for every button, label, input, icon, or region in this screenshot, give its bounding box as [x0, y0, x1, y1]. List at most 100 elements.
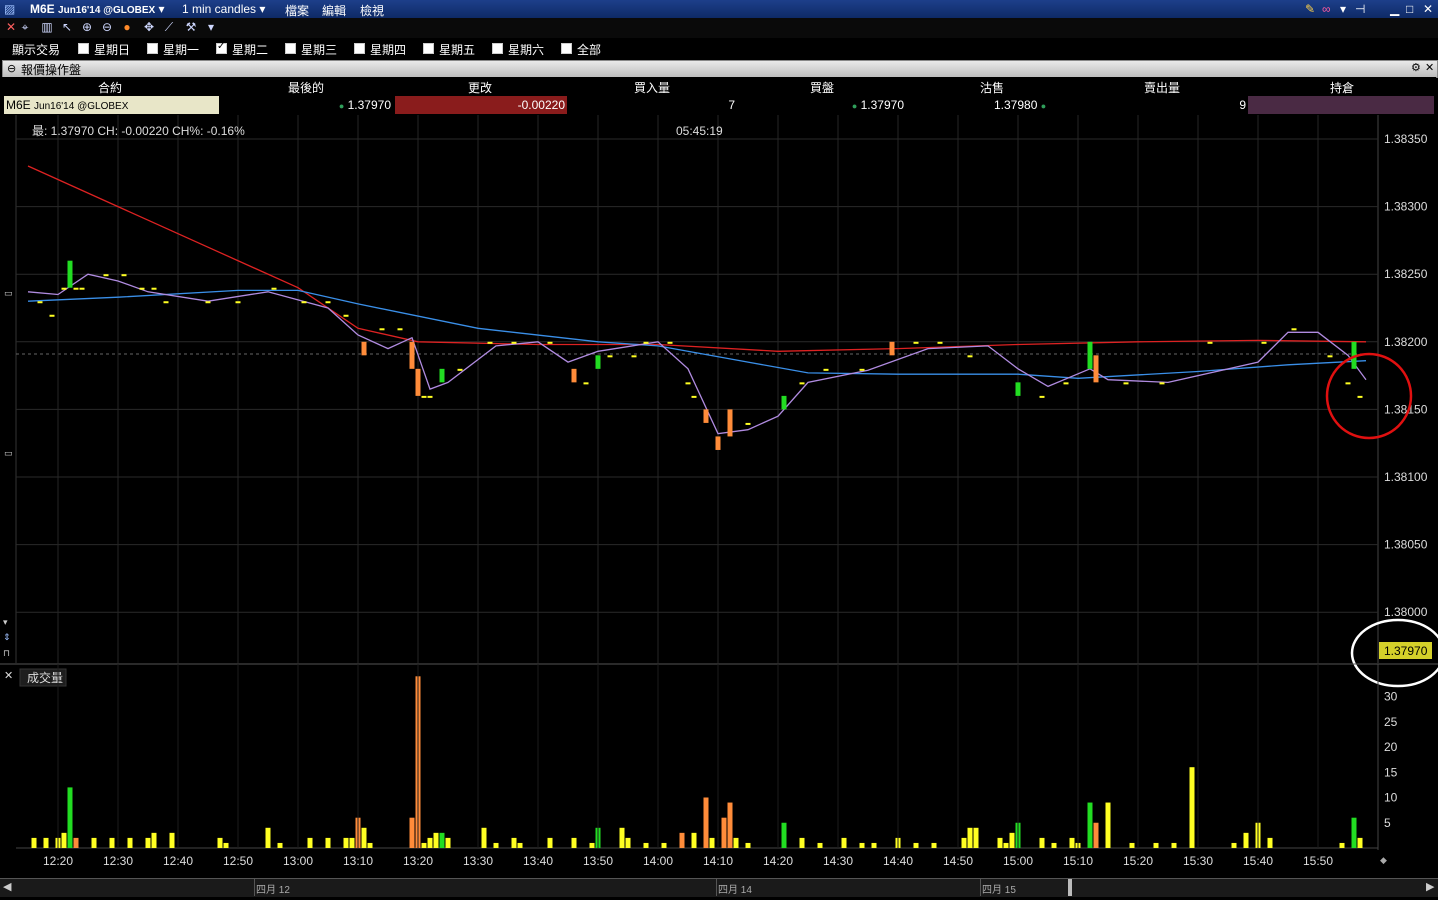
wrench-icon[interactable]: ✎ — [1305, 2, 1315, 16]
volume-bar — [691, 832, 697, 848]
arrow-right-icon[interactable]: ◆ — [1380, 855, 1387, 865]
quote-bid-size: 7 — [728, 98, 735, 112]
chevron-down-icon[interactable]: ▾ — [3, 617, 8, 627]
close-icon[interactable]: ✕ — [1423, 2, 1433, 16]
price-tick-label: 1.38300 — [1384, 200, 1428, 214]
scroll-thumb[interactable] — [1068, 879, 1072, 896]
price-chart[interactable]: 1.383501.383001.382501.382001.381501.381… — [0, 115, 1438, 878]
candle — [421, 395, 427, 398]
candle — [967, 355, 973, 358]
tools-icon[interactable]: ⚒ — [184, 20, 198, 34]
candle — [205, 301, 211, 304]
volume-bar — [91, 837, 97, 848]
candle — [745, 422, 751, 425]
candle — [61, 287, 67, 290]
scroll-handle-icon[interactable]: ▭ — [4, 288, 13, 298]
zoom-in-icon[interactable]: ⊕ — [80, 20, 94, 34]
time-tick-label: 12:50 — [223, 854, 253, 868]
checkbox-tuesday[interactable] — [216, 41, 227, 54]
bar-chart-icon[interactable]: ▥ — [40, 20, 54, 34]
label-tuesday: 星期二 — [232, 43, 269, 57]
volume-bar — [1129, 842, 1135, 848]
volume-bar — [151, 832, 157, 848]
volume-bar — [721, 817, 727, 848]
candle — [235, 301, 241, 304]
drag-icon[interactable]: ✥ — [142, 20, 156, 34]
checkbox-monday[interactable] — [147, 43, 158, 54]
contract-selector[interactable]: M6E Jun16'14 @GLOBEX ▾ — [30, 2, 165, 16]
volume-bar — [961, 837, 967, 848]
menu-file[interactable]: 檔案 — [285, 2, 309, 19]
volume-bar — [997, 837, 1003, 848]
candle — [727, 409, 733, 437]
cursor-icon[interactable]: ↖ — [60, 20, 74, 34]
contract-detail: Jun16'14 @GLOBEX — [58, 5, 156, 16]
crosshair-icon[interactable]: ⌖ — [18, 20, 32, 34]
volume-bar — [1153, 842, 1159, 848]
scroll-handle-icon[interactable]: ▭ — [4, 448, 13, 458]
settings-icon[interactable]: ⚙ — [1411, 61, 1421, 74]
time-scrollbar[interactable]: ◀ ▶ 四月 12 四月 14 四月 15 — [0, 878, 1438, 897]
close-icon[interactable]: ✕ — [4, 20, 18, 34]
volume-bar — [1009, 832, 1015, 848]
candle — [571, 368, 577, 383]
candle — [67, 260, 73, 288]
time-tick-label: 15:40 — [1243, 854, 1273, 868]
quote-contract-cell[interactable]: M6E Jun16'14 @GLOBEX — [4, 96, 219, 114]
zoom-out-icon[interactable]: ⊖ — [100, 20, 114, 34]
checkbox-wednesday[interactable] — [285, 43, 296, 54]
volume-bar — [73, 837, 79, 848]
arrow-right-icon[interactable]: ▶ — [1426, 880, 1434, 893]
volume-bar — [169, 832, 175, 848]
volume-bar — [733, 837, 739, 848]
volume-bar — [727, 802, 733, 848]
price-tick-label: 1.38350 — [1384, 132, 1428, 146]
volume-bar — [1069, 837, 1075, 848]
menu-view[interactable]: 檢視 — [360, 2, 384, 19]
candle — [163, 301, 169, 304]
last-price-label: 1.37970 — [1384, 644, 1428, 658]
show-trades-label: 顯示交易 — [12, 43, 61, 57]
lock-icon[interactable]: ⊓ — [3, 648, 10, 658]
quote-ask-cell: 1.37980 ● — [994, 96, 1066, 114]
candle — [547, 341, 553, 344]
arrow-left-icon[interactable]: ◀ — [3, 880, 11, 893]
header-change: 更改 — [468, 81, 493, 95]
volume-bar — [871, 842, 877, 848]
quote-ask: 1.37980 — [994, 98, 1038, 112]
date-label: 四月 12 — [256, 885, 290, 896]
time-tick-label: 12:20 — [43, 854, 73, 868]
time-tick-label: 15:30 — [1183, 854, 1213, 868]
close-icon[interactable]: ✕ — [4, 670, 13, 682]
quote-contract-detail: Jun16'14 @GLOBEX — [34, 101, 129, 112]
menu-edit[interactable]: 編輯 — [322, 2, 346, 19]
close-icon[interactable]: ✕ — [1425, 61, 1434, 74]
volume-bar — [511, 837, 517, 848]
globe-icon[interactable]: ● — [120, 20, 134, 34]
link-icon[interactable]: ∞ — [1322, 2, 1331, 16]
collapse-icon[interactable]: ⊖ — [7, 62, 16, 75]
volume-bar — [481, 827, 487, 848]
candle — [409, 341, 415, 369]
candle — [859, 368, 865, 371]
chevron-down-icon[interactable]: ▾ — [1340, 2, 1346, 16]
chevron-down-icon[interactable]: ▾ — [204, 20, 218, 34]
checkbox-friday[interactable] — [423, 43, 434, 54]
maximize-icon[interactable]: □ — [1406, 2, 1413, 16]
volume-tick-label: 5 — [1384, 816, 1391, 830]
date-label: 四月 14 — [718, 885, 752, 896]
drag-icon[interactable]: ⇕ — [3, 632, 11, 642]
volume-bar — [841, 837, 847, 848]
trend-line-icon[interactable]: ⟋ — [162, 20, 176, 34]
checkbox-saturday[interactable] — [492, 43, 503, 54]
volume-bar — [1087, 802, 1093, 848]
pin-icon[interactable]: ⊣ — [1355, 2, 1365, 16]
checkbox-thursday[interactable] — [354, 43, 365, 54]
checkbox-sunday[interactable] — [78, 43, 89, 54]
interval-selector[interactable]: 1 min candles ▾ — [182, 2, 265, 16]
minimize-icon[interactable]: ▁ — [1390, 2, 1399, 16]
quote-row[interactable]: M6E Jun16'14 @GLOBEX ● 1.37970 -0.00220 … — [4, 96, 1436, 114]
quote-ask-size: 9 — [1239, 98, 1246, 112]
price-tick-label: 1.38250 — [1384, 267, 1428, 281]
checkbox-all[interactable] — [561, 43, 572, 54]
